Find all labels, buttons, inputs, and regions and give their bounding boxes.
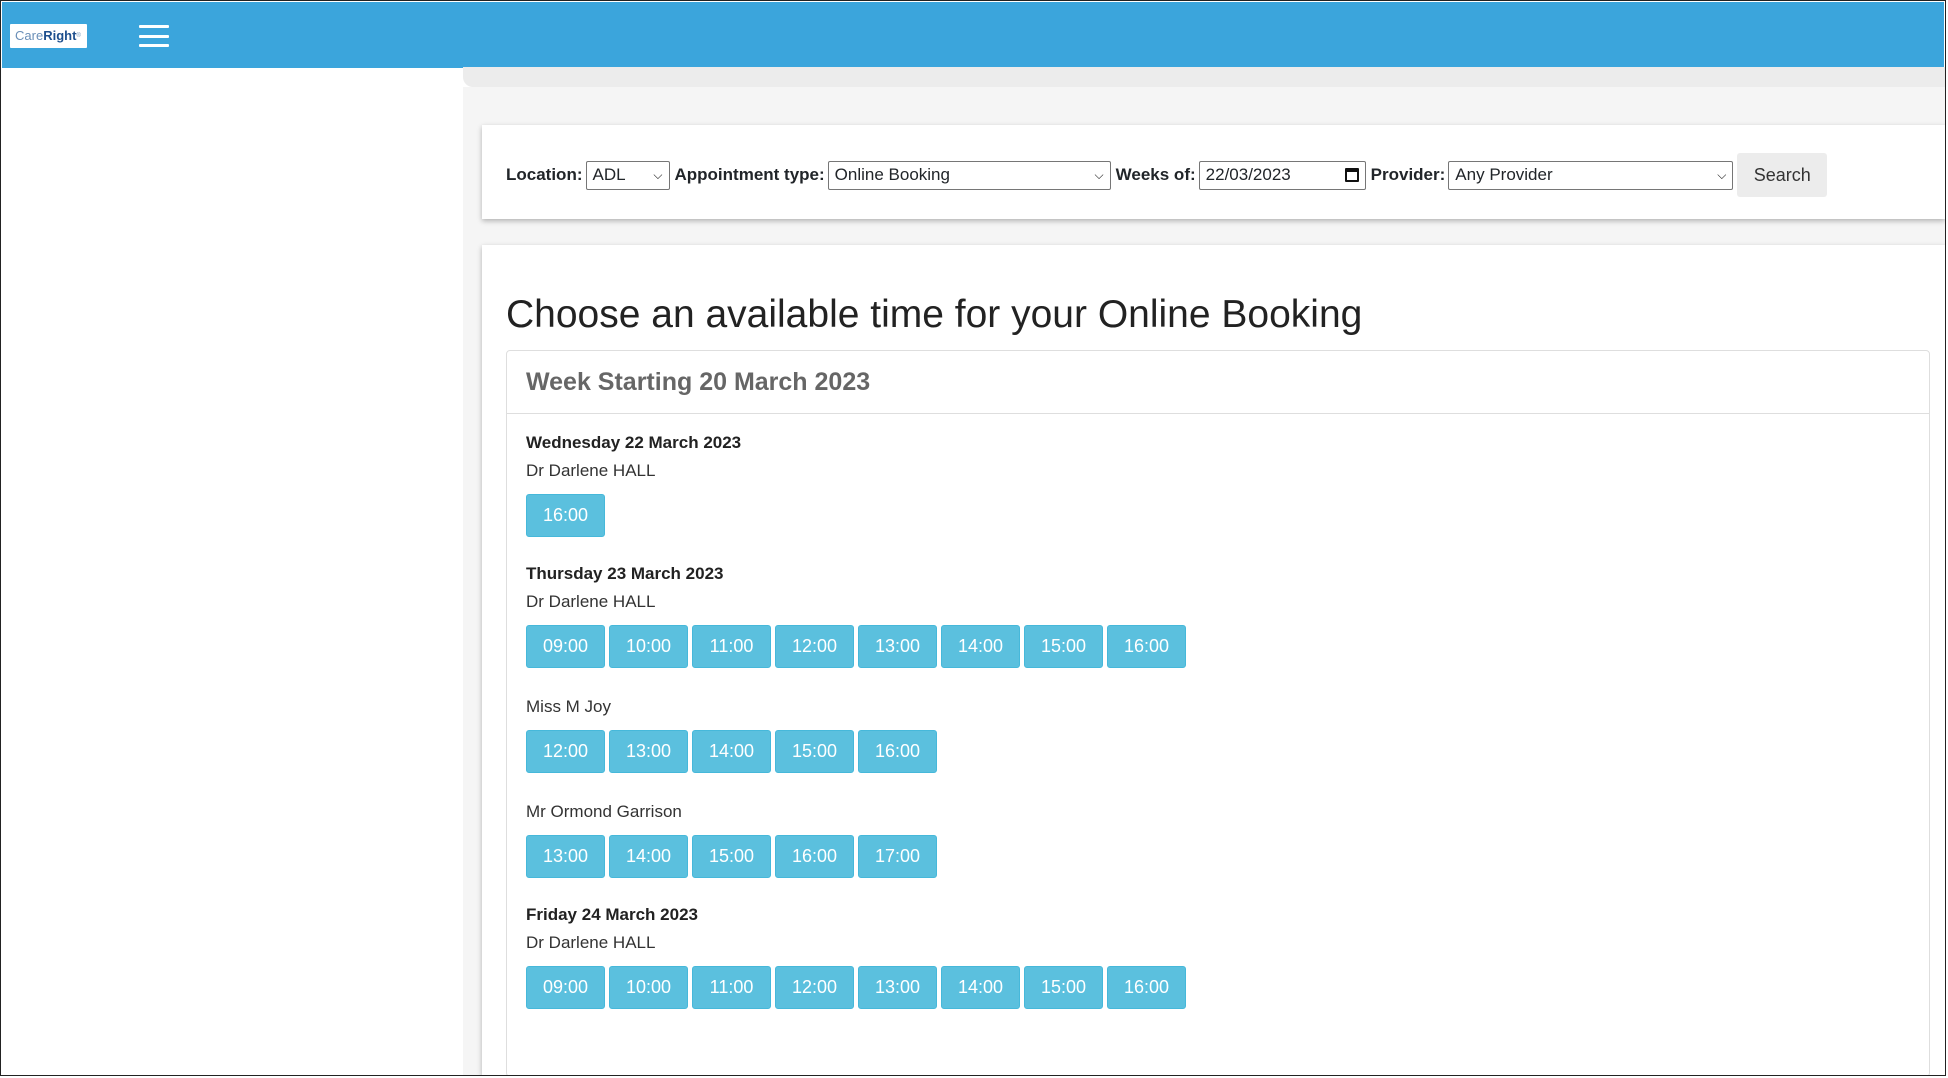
appointment-type-label: Appointment type: [674, 165, 825, 184]
logo-care-text: Care [15, 28, 44, 43]
time-slot-button[interactable]: 11:00 [692, 966, 771, 1009]
time-slot-button[interactable]: 10:00 [609, 625, 688, 668]
location-select[interactable]: ADL ⌵ [585, 160, 670, 190]
day-block: Wednesday 22 March 2023 Dr Darlene HALL … [526, 432, 1929, 537]
time-slot-button[interactable]: 12:00 [775, 966, 854, 1009]
time-slot-button[interactable]: 16:00 [1107, 625, 1186, 668]
calendar-icon[interactable] [1344, 168, 1359, 182]
chevron-down-icon: ⌵ [653, 167, 663, 182]
time-slot-button[interactable]: 09:00 [526, 625, 605, 668]
time-slot-button[interactable]: 16:00 [858, 730, 937, 773]
search-button[interactable]: Search [1737, 153, 1828, 197]
time-slot-button[interactable]: 13:00 [858, 625, 937, 668]
time-slot-button[interactable]: 12:00 [775, 625, 854, 668]
weeks-of-value: 22/03/2023 [1205, 165, 1291, 184]
time-slot-button[interactable]: 13:00 [609, 730, 688, 773]
chevron-down-icon: ⌵ [1717, 167, 1727, 182]
time-slot-button[interactable]: 15:00 [775, 730, 854, 773]
time-slot-button[interactable]: 15:00 [1024, 966, 1103, 1009]
provider-name: Dr Darlene HALL [526, 933, 656, 952]
hamburger-bar [139, 34, 169, 38]
time-slots: 13:00 14:00 15:00 16:00 17:00 [526, 835, 1929, 878]
provider-block: Mr Ormond Garrison 13:00 14:00 15:00 16:… [526, 801, 1929, 878]
filter-row: Location: ADL ⌵ Appointment type: Online… [506, 153, 1828, 197]
time-slot-button[interactable]: 10:00 [609, 966, 688, 1009]
availability-card: Choose an available time for your Online… [482, 245, 1945, 1075]
logo-right-text: Right [43, 28, 77, 43]
provider-name: Mr Ormond Garrison [526, 802, 682, 821]
provider-block: Dr Darlene HALL 09:00 10:00 11:00 12:00 … [526, 932, 1929, 1009]
provider-select[interactable]: Any Provider ⌵ [1448, 160, 1734, 190]
time-slot-button[interactable]: 17:00 [858, 835, 937, 878]
time-slot-button[interactable]: 14:00 [692, 730, 771, 773]
page-title: Choose an available time for your Online… [506, 293, 1363, 336]
hamburger-bar [139, 44, 169, 47]
weeks-of-date-input[interactable]: 22/03/2023 [1198, 160, 1366, 190]
time-slots: 16:00 [526, 494, 1929, 537]
hamburger-menu-icon[interactable] [139, 25, 169, 47]
provider-block: Dr Darlene HALL 16:00 [526, 460, 1929, 537]
week-panel: Week Starting 20 March 2023 Wednesday 22… [506, 350, 1930, 1075]
time-slot-button[interactable]: 15:00 [692, 835, 771, 878]
time-slots: 09:00 10:00 11:00 12:00 13:00 14:00 15:0… [526, 625, 1929, 668]
time-slot-button[interactable]: 14:00 [941, 625, 1020, 668]
day-title: Thursday 23 March 2023 [526, 564, 724, 583]
provider-block: Miss M Joy 12:00 13:00 14:00 15:00 16:00 [526, 696, 1929, 773]
time-slot-button[interactable]: 14:00 [941, 966, 1020, 1009]
week-header: Week Starting 20 March 2023 [507, 351, 1929, 414]
weeks-of-label: Weeks of: [1115, 165, 1196, 184]
time-slot-button[interactable]: 09:00 [526, 966, 605, 1009]
time-slot-button[interactable]: 14:00 [609, 835, 688, 878]
time-slots: 12:00 13:00 14:00 15:00 16:00 [526, 730, 1929, 773]
provider-name: Dr Darlene HALL [526, 592, 656, 611]
time-slot-button[interactable]: 11:00 [692, 625, 771, 668]
logo-trademark: ® [76, 33, 81, 39]
time-slot-button[interactable]: 13:00 [526, 835, 605, 878]
header-strip [463, 67, 1945, 87]
day-title: Friday 24 March 2023 [526, 905, 698, 924]
days-list: Wednesday 22 March 2023 Dr Darlene HALL … [507, 414, 1929, 1009]
time-slot-button[interactable]: 16:00 [1107, 966, 1186, 1009]
time-slot-button[interactable]: 12:00 [526, 730, 605, 773]
time-slot-button[interactable]: 16:00 [775, 835, 854, 878]
search-filter-card: Location: ADL ⌵ Appointment type: Online… [482, 125, 1945, 219]
provider-block: Dr Darlene HALL 09:00 10:00 11:00 12:00 … [526, 591, 1929, 668]
careright-logo[interactable]: CareRight® [10, 24, 87, 48]
chevron-down-icon: ⌵ [1094, 167, 1104, 182]
appointment-type-select[interactable]: Online Booking ⌵ [827, 160, 1111, 190]
location-value: ADL [592, 165, 626, 184]
time-slot-button[interactable]: 16:00 [526, 494, 605, 537]
day-block: Thursday 23 March 2023 Dr Darlene HALL 0… [526, 563, 1929, 878]
day-title: Wednesday 22 March 2023 [526, 433, 742, 452]
provider-label: Provider: [1370, 165, 1446, 184]
provider-name: Dr Darlene HALL [526, 461, 656, 480]
time-slot-button[interactable]: 13:00 [858, 966, 937, 1009]
hamburger-bar [139, 25, 169, 28]
day-block: Friday 24 March 2023 Dr Darlene HALL 09:… [526, 904, 1929, 1009]
location-label: Location: [506, 165, 583, 184]
app-window: CareRight® Location: ADL ⌵ Appointment t… [0, 0, 1946, 1076]
top-navbar: CareRight® [2, 2, 1944, 68]
time-slot-button[interactable]: 15:00 [1024, 625, 1103, 668]
provider-name: Miss M Joy [526, 697, 611, 716]
time-slots: 09:00 10:00 11:00 12:00 13:00 14:00 15:0… [526, 966, 1929, 1009]
appointment-type-value: Online Booking [834, 165, 950, 184]
provider-value: Any Provider [1455, 165, 1553, 184]
